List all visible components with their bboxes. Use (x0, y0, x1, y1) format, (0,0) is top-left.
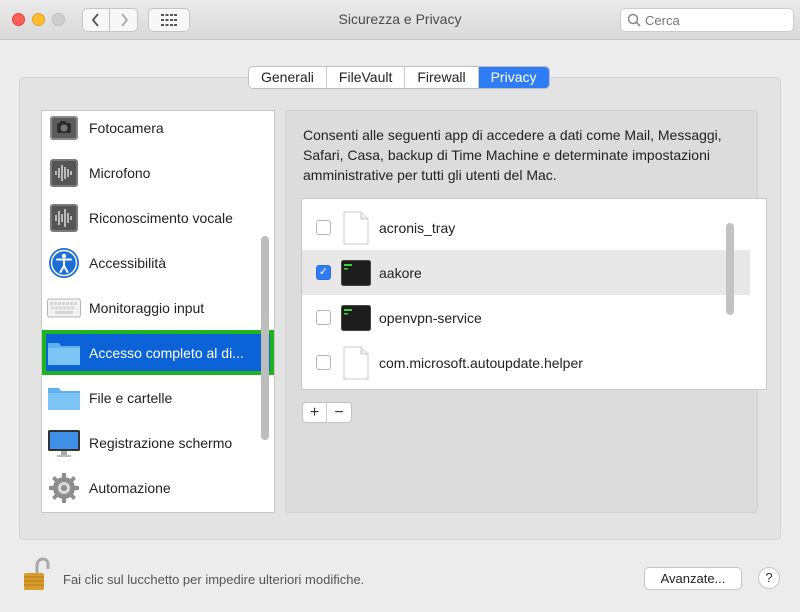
app-name: openvpn-service (379, 309, 482, 326)
app-row-openvpn-service[interactable]: openvpn-service (302, 295, 750, 340)
tab-filevault[interactable]: FileVault (326, 67, 406, 88)
app-checkbox-checked[interactable]: ✓ (316, 265, 331, 280)
app-row-aakore[interactable]: ✓ aakore (302, 250, 750, 295)
search-input[interactable] (645, 11, 789, 29)
app-row-autoupdate-helper[interactable]: com.microsoft.autoupdate.helper (302, 340, 750, 385)
sidebar-scrollbar[interactable] (261, 236, 269, 440)
speech-recognition-icon (46, 200, 82, 236)
sidebar-item-full-disk-access[interactable]: Accesso completo al di... (42, 330, 274, 375)
sidebar-item-label: Registrazione schermo (89, 434, 233, 451)
folder-icon (46, 380, 82, 416)
sidebar-item-input-monitoring[interactable]: Monitoraggio input (42, 285, 274, 330)
tab-privacy[interactable]: Privacy (478, 67, 549, 88)
app-name: aakore (379, 264, 422, 281)
app-name: acronis_tray (379, 219, 456, 236)
document-icon (341, 211, 371, 245)
sidebar-item-files-and-folders[interactable]: File e cartelle (42, 375, 274, 420)
help-button[interactable]: ? (758, 567, 780, 589)
app-row-acronis-tray[interactable]: acronis_tray (302, 205, 750, 250)
display-icon (46, 425, 82, 461)
app-list[interactable]: acronis_tray ✓ aakore openvpn-service co… (301, 198, 767, 390)
document-icon (341, 346, 371, 380)
app-name: com.microsoft.autoupdate.helper (379, 354, 583, 371)
sidebar-item-camera[interactable]: Fotocamera (42, 111, 274, 150)
add-remove-control: + − (302, 402, 352, 423)
sidebar-item-label: File e cartelle (89, 389, 173, 406)
terminal-icon (341, 301, 371, 335)
tab-firewall[interactable]: Firewall (405, 67, 479, 88)
sidebar-item-speech-recognition[interactable]: Riconoscimento vocale (42, 195, 274, 240)
camera-icon (46, 111, 82, 146)
gear-icon (46, 470, 82, 506)
app-checkbox[interactable] (316, 220, 331, 235)
keyboard-icon (46, 290, 82, 326)
advanced-button[interactable]: Avanzate... (644, 567, 742, 590)
title-bar: Sicurezza e Privacy (0, 0, 800, 40)
unlocked-padlock-icon (24, 557, 50, 590)
sidebar-item-automation[interactable]: Automazione (42, 465, 274, 510)
tab-generali[interactable]: Generali (249, 67, 327, 88)
search-field[interactable] (620, 8, 794, 32)
remove-app-button[interactable]: − (327, 403, 351, 422)
sidebar-item-label: Accessibilità (89, 254, 167, 271)
sidebar-item-label: Fotocamera (89, 119, 164, 136)
sidebar-item-label: Accesso completo al di... (89, 344, 244, 361)
sidebar-item-label: Monitoraggio input (89, 299, 205, 316)
app-checkbox[interactable] (316, 355, 331, 370)
search-icon (627, 13, 641, 27)
sidebar-item-microphone[interactable]: Microfono (42, 150, 274, 195)
lock-hint: Fai clic sul lucchetto per impedire ulte… (63, 572, 365, 587)
accessibility-icon (46, 245, 82, 281)
sidebar-item-label: Automazione (89, 479, 171, 496)
sidebar-item-screen-recording[interactable]: Registrazione schermo (42, 420, 274, 465)
privacy-description: Consenti alle seguenti app di accedere a… (303, 127, 722, 183)
sidebar-item-label: Microfono (89, 164, 151, 181)
app-checkbox[interactable] (316, 310, 331, 325)
tab-bar: Generali FileVault Firewall Privacy (248, 66, 550, 89)
terminal-icon (341, 256, 371, 290)
privacy-category-list[interactable]: Fotocamera Microfono Riconoscimento voca… (41, 110, 275, 513)
folder-icon (46, 335, 82, 371)
add-app-button[interactable]: + (303, 403, 327, 422)
sidebar-item-label: Riconoscimento vocale (89, 209, 233, 226)
microphone-icon (46, 155, 82, 191)
app-list-scrollbar[interactable] (726, 223, 734, 315)
lock-button[interactable] (22, 557, 50, 596)
sidebar-item-accessibility[interactable]: Accessibilità (42, 240, 274, 285)
